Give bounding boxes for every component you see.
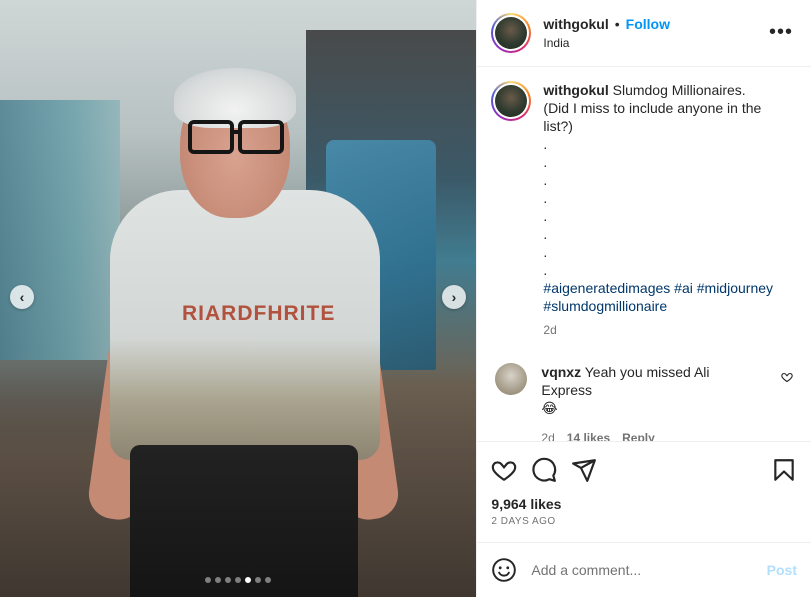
hashtag-link[interactable]: #ai [674,280,693,296]
carousel-dot [245,577,252,583]
carousel-next-button[interactable]: › [442,285,466,309]
author-username[interactable]: withgokul [543,16,608,32]
comment-item: vqnxz Yeah you missed Ali Express 😂 2d 1… [491,363,797,441]
post-date: 2 DAYS AGO [491,516,556,527]
comments-section: withgokul Slumdog Millionaires. (Did I m… [477,67,811,441]
reply-button[interactable]: Reply [622,429,655,441]
t-shirt: RIARDFHRITE [110,190,380,460]
more-options-icon[interactable]: ••• [769,22,793,42]
save-bookmark-icon[interactable] [771,457,797,483]
carousel-dot [215,577,222,583]
caption-username[interactable]: withgokul [543,82,608,98]
avatar[interactable] [491,13,532,53]
like-heart-icon[interactable] [491,457,517,483]
post-header: withgokul • Follow India ••• [477,0,811,67]
caption-text: Slumdog Millionaires. [612,82,746,98]
old-man-figure: RIARDFHRITE [85,60,402,597]
carousel-dot [265,577,272,583]
hashtag-link[interactable]: #aigeneratedimages [543,280,670,296]
carousel-dot [255,577,262,583]
comment-input[interactable] [529,561,767,579]
post-media[interactable]: RIARDFHRITE ‹ › [0,0,477,597]
caption-dots: . . . . . . . . [543,136,548,278]
carousel-prev-button[interactable]: ‹ [10,285,34,309]
share-paper-plane-icon[interactable] [571,457,597,483]
hashtag-link[interactable]: #midjourney [697,280,773,296]
caption-avatar[interactable] [491,81,532,121]
carousel-dot [205,577,212,583]
post-comment-button[interactable]: Post [767,562,797,578]
carousel-dot [225,577,232,583]
commenter-username[interactable]: vqnxz [541,364,581,380]
commenter-avatar[interactable] [495,363,528,395]
post-side-panel: withgokul • Follow India ••• withgokul S… [476,0,811,597]
follow-button[interactable]: Follow [626,16,670,32]
post-location[interactable]: India [543,36,670,50]
caption-age[interactable]: 2d [543,321,773,339]
like-count[interactable]: 9,964 likes [491,496,797,512]
hashtags: #aigeneratedimages #ai #midjourney #slum… [543,279,773,315]
emoji-icon[interactable] [491,557,517,583]
carousel-indicator [0,577,476,583]
action-bar: 9,964 likes 2 DAYS AGO [477,441,811,542]
chevron-left-icon: ‹ [19,289,25,305]
comment-like-heart-icon[interactable] [781,371,793,383]
hashtag-link[interactable]: #slumdogmillionaire [543,298,667,314]
glasses [188,120,284,154]
caption-line2: (Did I miss to include anyone in the lis… [543,100,762,134]
shirt-print: RIARDFHRITE [182,302,336,325]
comment-bubble-icon[interactable] [531,457,557,483]
comment-age[interactable]: 2d [541,429,554,441]
comment-emoji: 😂 [541,400,558,416]
carousel-dot [235,577,242,583]
caption: withgokul Slumdog Millionaires. (Did I m… [491,81,797,339]
post-modal: RIARDFHRITE ‹ › withgokul • Follow India… [0,0,811,597]
comment-composer: Post [477,542,811,597]
chevron-right-icon: › [451,289,457,305]
comment-likes[interactable]: 14 likes [567,429,610,441]
hair [174,68,296,128]
separator-dot: • [614,16,620,32]
